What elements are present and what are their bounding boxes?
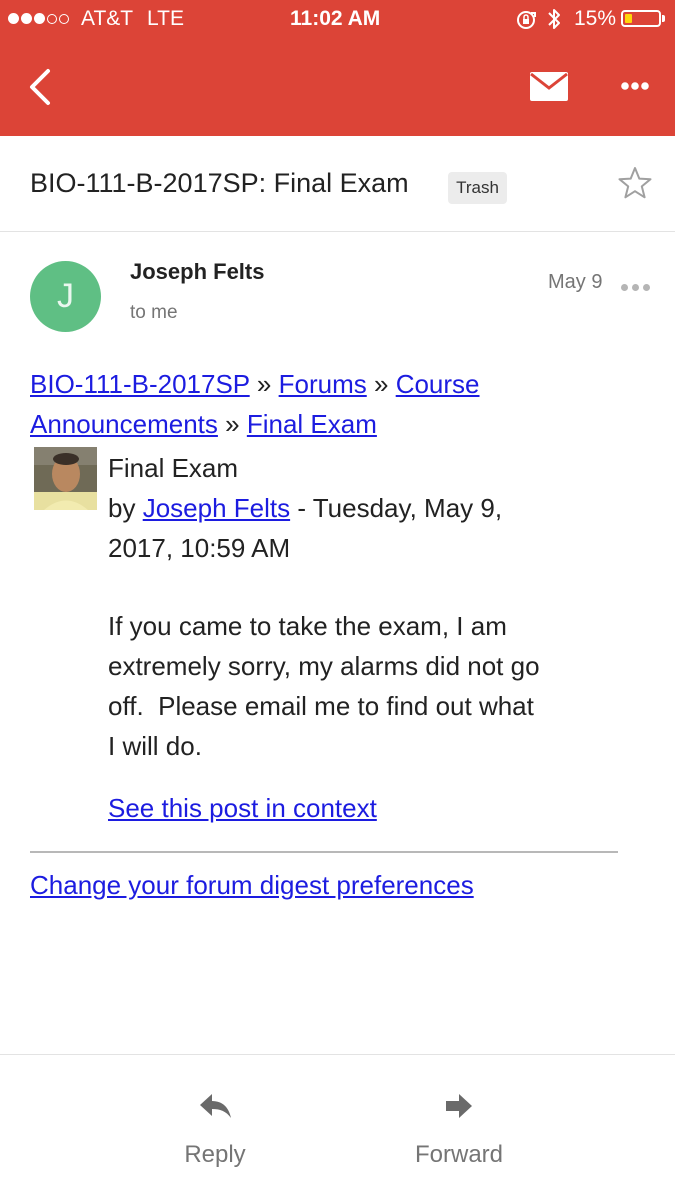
envelope-icon[interactable] [530, 72, 568, 101]
breadcrumb-link-course[interactable]: BIO-111-B-2017SP [30, 369, 250, 399]
signal-dot-icon [59, 14, 69, 24]
email-subject: BIO-111-B-2017SP: Final Exam [30, 168, 409, 198]
signal-dot-icon [34, 13, 45, 24]
app-bar: AT&T LTE 11:02 AM 15% [0, 0, 675, 136]
horizontal-rule [30, 851, 618, 853]
signal-strength [8, 7, 71, 31]
sender-name[interactable]: Joseph Felts [130, 259, 264, 285]
signal-dot-icon [8, 13, 19, 24]
breadcrumb-link-announcements[interactable]: Announcements [30, 409, 218, 439]
forward-label: Forward [414, 1141, 504, 1168]
post-body: If you came to take the exam, I am extre… [108, 606, 628, 766]
breadcrumb-separator: » [373, 369, 389, 399]
post-timestamp: - Tuesday, May 9, [297, 493, 503, 523]
reply-icon [200, 1094, 231, 1118]
recipient-summary[interactable]: to me [130, 302, 178, 324]
byline-prefix: by [108, 493, 136, 523]
forward-button[interactable]: Forward [379, 1085, 539, 1175]
battery-icon [621, 10, 661, 27]
message-more-button[interactable] [621, 278, 654, 296]
post-byline: by Joseph Felts - Tuesday, May 9, [108, 488, 628, 528]
forum-digest-preferences-link[interactable]: Change your forum digest preferences [30, 870, 474, 901]
rotation-lock-icon [517, 11, 536, 29]
body-line: If you came to take the exam, I am [108, 611, 507, 641]
forward-arrow-icon [446, 1094, 472, 1118]
see-post-in-context-link[interactable]: See this post in context [108, 793, 377, 824]
author-photo [34, 447, 97, 510]
reply-label: Reply [184, 1141, 246, 1168]
star-icon[interactable] [617, 166, 653, 200]
post-header: Final Exam by Joseph Felts - Tuesday, Ma… [108, 448, 628, 568]
more-options-button[interactable] [620, 81, 650, 91]
divider [0, 1054, 675, 1055]
breadcrumb-link-final-exam[interactable]: Final Exam [247, 409, 377, 439]
carrier: AT&T [81, 7, 134, 30]
reply-button[interactable]: Reply [135, 1085, 295, 1175]
body-line: I will do. [108, 731, 202, 761]
post-timestamp-cont: 2017, 10:59 AM [108, 533, 291, 563]
bluetooth-icon [548, 9, 560, 29]
divider [0, 231, 675, 232]
signal-dot-icon [47, 14, 57, 24]
body-line: off. Please email me to find out what [108, 691, 534, 721]
back-button[interactable] [28, 68, 52, 106]
network-type: LTE [147, 7, 184, 30]
sender-avatar[interactable]: J [30, 261, 101, 332]
body-line: extremely sorry, my alarms did not go [108, 651, 540, 681]
clock: 11:02 AM [290, 7, 381, 30]
breadcrumb-link-forums[interactable]: Forums [279, 369, 367, 399]
battery-icon-tip [662, 15, 665, 22]
label-badge[interactable]: Trash [448, 172, 507, 204]
battery-percent: 15% [574, 7, 617, 30]
post-title: Final Exam [108, 453, 239, 483]
breadcrumb: BIO-111-B-2017SP » Forums » Course Annou… [30, 364, 590, 444]
author-link[interactable]: Joseph Felts [143, 493, 290, 523]
breadcrumb-separator: » [225, 409, 240, 439]
signal-dot-icon [21, 13, 32, 24]
breadcrumb-separator: » [256, 369, 272, 399]
breadcrumb-link-announcements[interactable]: Course [396, 369, 480, 399]
email-date: May 9 [548, 271, 603, 293]
